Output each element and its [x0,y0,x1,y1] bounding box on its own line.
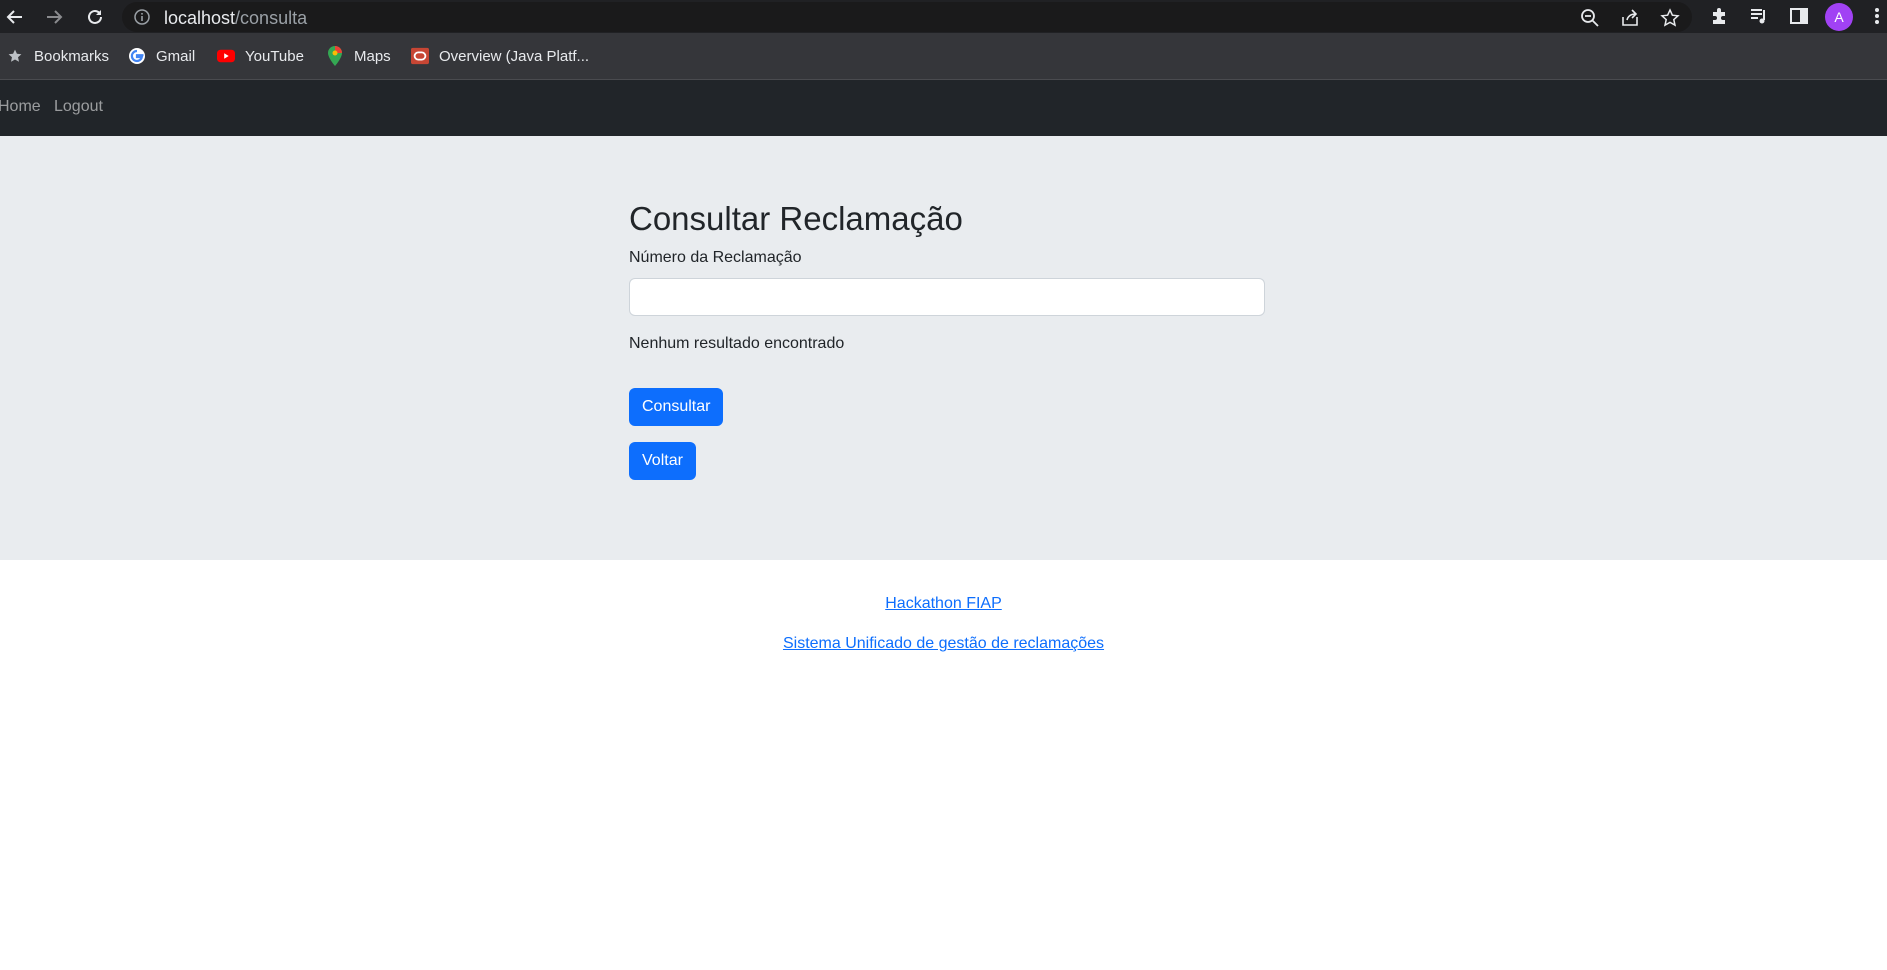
maps-pin-icon [326,46,344,66]
voltar-button[interactable]: Voltar [629,442,696,480]
nav-link-home[interactable]: Home [0,98,41,116]
footer-link-hackathon[interactable]: Hackathon FIAP [885,595,1002,612]
bookmark-item-youtube[interactable]: YouTube [217,45,304,67]
bookmark-item-overview[interactable]: Overview (Java Platf... [411,45,589,67]
share-icon[interactable] [1620,8,1640,33]
bookmark-label: YouTube [245,47,304,65]
bookmark-label: Bookmarks [34,47,110,65]
star-icon [6,47,24,65]
side-panel-icon[interactable] [1789,6,1809,31]
google-icon [128,47,146,65]
bookmark-item-bookmarks[interactable]: Bookmarks [6,45,109,67]
bookmark-label: Overview (Java Platf... [439,47,590,65]
reload-button[interactable] [80,0,110,33]
app-navbar: Home Logout [0,80,1887,136]
forward-button[interactable] [39,0,69,33]
footer-link-sistema[interactable]: Sistema Unificado de gestão de reclamaçõ… [783,635,1104,652]
consultar-button[interactable]: Consultar [629,388,724,426]
footer-link-hackathon-wrapper: Hackathon FIAP [0,595,1887,613]
url-text[interactable]: localhost/consulta [164,8,307,29]
browser-toolbar: localhost/consulta A [0,0,1887,33]
field-label: Número da Reclamação [629,249,802,266]
footer-link-sistema-wrapper: Sistema Unificado de gestão de reclamaçõ… [0,635,1887,653]
youtube-icon [217,47,235,65]
forward-arrow-icon [47,9,63,24]
menu-kebab-icon[interactable] [1873,6,1881,31]
profile-avatar[interactable]: A [1825,3,1853,31]
extensions-icon[interactable] [1709,6,1729,31]
bookmark-item-gmail[interactable]: Gmail [128,45,195,67]
bookmarks-bar: Bookmarks Gmail YouTube Maps Overview (J… [0,33,1887,80]
site-info-icon[interactable] [134,9,150,30]
reload-icon [88,9,102,24]
url-host: localhost [164,8,236,28]
zoom-icon[interactable] [1580,8,1600,33]
page-title: Consultar Reclamação [629,200,963,237]
bookmark-label: Gmail [156,47,196,65]
main-section: Consultar Reclamação Número da Reclamaçã… [0,136,1887,560]
media-controls-icon[interactable] [1749,6,1769,31]
numero-reclamacao-input[interactable] [629,278,1265,316]
result-message: Nenhum resultado encontrado [629,335,845,352]
address-bar[interactable]: localhost/consulta [122,2,1692,32]
nav-link-logout[interactable]: Logout [54,98,103,116]
bookmark-label: Maps [354,47,391,65]
oracle-icon [411,47,429,65]
bookmark-star-icon[interactable] [1660,8,1680,33]
url-path: /consulta [235,8,308,28]
back-arrow-icon [6,9,22,24]
bookmark-item-maps[interactable]: Maps [326,45,391,67]
back-button[interactable] [0,0,30,33]
